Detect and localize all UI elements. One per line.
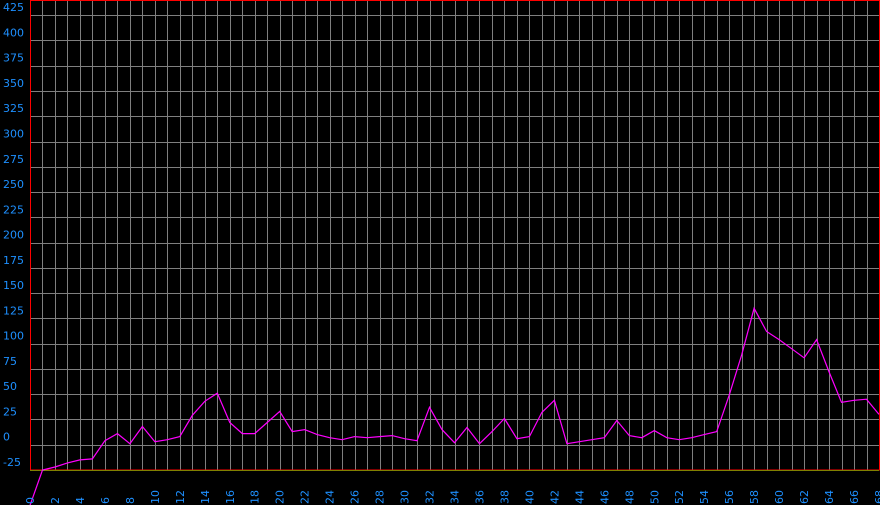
plot-background bbox=[0, 0, 880, 505]
x-tick-label: 50 bbox=[648, 490, 661, 504]
y-tick-label: 50 bbox=[3, 380, 17, 393]
x-tick-label: 16 bbox=[224, 490, 237, 504]
x-tick-label: 0 bbox=[24, 497, 37, 504]
x-tick-label: 24 bbox=[324, 490, 337, 504]
y-tick-label: 100 bbox=[3, 330, 24, 343]
x-tick-label: 46 bbox=[598, 490, 611, 504]
x-tick-label: 58 bbox=[748, 490, 761, 504]
x-tick-label: 60 bbox=[773, 490, 786, 504]
y-tick-label: 275 bbox=[3, 153, 24, 166]
y-tick-label: 150 bbox=[3, 279, 24, 292]
y-tick-label: 200 bbox=[3, 229, 24, 242]
y-tick-label: 300 bbox=[3, 128, 24, 141]
x-tick-label: 66 bbox=[848, 490, 861, 504]
x-tick-label: 8 bbox=[124, 497, 137, 504]
x-tick-label: 68 bbox=[873, 490, 880, 504]
y-tick-label: 350 bbox=[3, 77, 24, 90]
x-tick-label: 40 bbox=[523, 490, 536, 504]
y-tick-label: 175 bbox=[3, 254, 24, 267]
x-tick-label: 30 bbox=[399, 490, 412, 504]
x-tick-label: 62 bbox=[798, 490, 811, 504]
y-tick-label: 375 bbox=[3, 52, 24, 65]
y-tick-label: 325 bbox=[3, 102, 24, 115]
x-axis-tick-labels: 0 2 4 6 8 10 12 14 16 18 20 22 24 26 28 30 32 34 36 38 40 42 4… bbox=[24, 490, 880, 504]
y-tick-label: 25 bbox=[3, 405, 17, 418]
x-tick-label: 64 bbox=[823, 490, 836, 504]
x-tick-label: 6 bbox=[99, 497, 112, 504]
x-tick-label: 22 bbox=[299, 490, 312, 504]
y-tick-label: 75 bbox=[3, 355, 17, 368]
y-tick-label: 0 bbox=[3, 431, 10, 444]
y-tick-label: 125 bbox=[3, 304, 24, 317]
x-tick-label: 36 bbox=[473, 490, 486, 504]
x-tick-label: 26 bbox=[349, 490, 362, 504]
y-tick-label: -25 bbox=[3, 456, 21, 469]
line-chart: -250255075100125150175200225250275300325… bbox=[0, 0, 880, 505]
y-tick-label: 425 bbox=[3, 1, 24, 14]
x-tick-label: 32 bbox=[424, 490, 437, 504]
x-tick-label: 54 bbox=[698, 490, 711, 504]
y-tick-label: 225 bbox=[3, 203, 24, 216]
y-tick-label: 400 bbox=[3, 26, 24, 39]
x-tick-label: 52 bbox=[673, 490, 686, 504]
x-tick-label: 14 bbox=[199, 490, 212, 504]
x-tick-label: 10 bbox=[149, 490, 162, 504]
x-tick-label: 42 bbox=[548, 490, 561, 504]
x-tick-label: 2 bbox=[49, 497, 62, 504]
x-tick-label: 56 bbox=[723, 490, 736, 504]
x-tick-label: 28 bbox=[374, 490, 387, 504]
x-tick-label: 18 bbox=[249, 490, 262, 504]
x-tick-label: 44 bbox=[573, 490, 586, 504]
x-tick-label: 4 bbox=[74, 497, 87, 504]
x-tick-label: 12 bbox=[174, 490, 187, 504]
x-tick-label: 38 bbox=[498, 490, 511, 504]
y-tick-label: 250 bbox=[3, 178, 24, 191]
x-tick-label: 48 bbox=[623, 490, 636, 504]
x-tick-label: 34 bbox=[449, 490, 462, 504]
x-tick-label: 20 bbox=[274, 490, 287, 504]
